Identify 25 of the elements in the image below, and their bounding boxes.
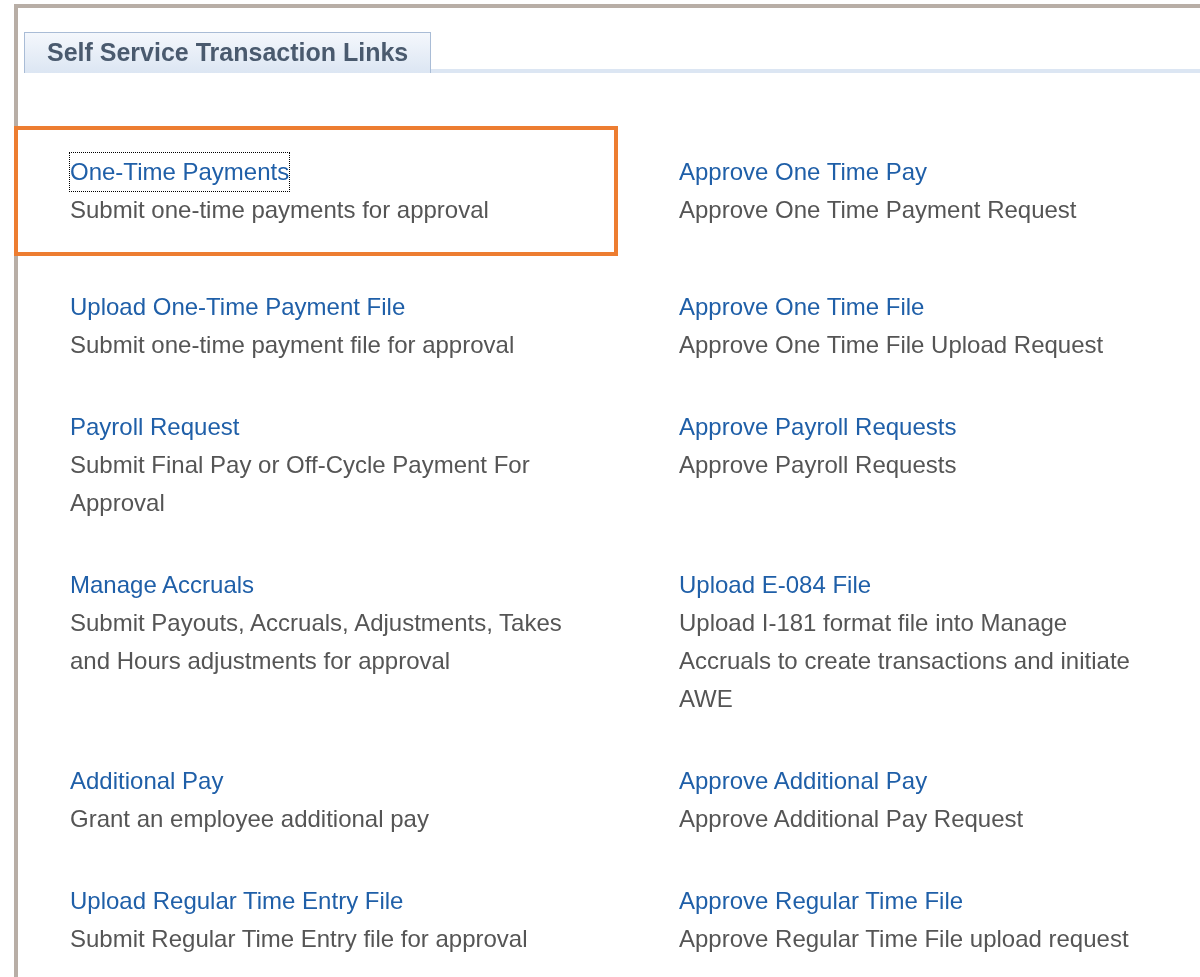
- link-description: Approve One Time File Upload Request: [679, 330, 1105, 360]
- transaction-link[interactable]: Upload Regular Time Entry File: [70, 882, 404, 920]
- link-description: Approve Regular Time File upload request: [679, 924, 1130, 954]
- link-description: Submit Regular Time Entry file for approval: [70, 924, 529, 954]
- link-description: Submit Final Pay or Off-Cycle Payment For Approval: [70, 450, 531, 518]
- transaction-link[interactable]: Manage Accruals: [70, 566, 255, 604]
- transaction-link[interactable]: One-Time Payments: [70, 153, 290, 191]
- link-description: Approve One Time Payment Request: [679, 195, 1078, 225]
- transaction-link[interactable]: Payroll Request: [70, 408, 240, 446]
- transaction-link[interactable]: Approve One Time File: [679, 288, 925, 326]
- transaction-link[interactable]: Additional Pay: [70, 762, 224, 800]
- link-description: Grant an employee additional pay: [70, 804, 430, 834]
- transaction-link[interactable]: Approve Additional Pay: [679, 762, 928, 800]
- link-description: Submit one-time payment file for approval: [70, 330, 516, 360]
- link-description: Submit one-time payments for approval: [70, 195, 490, 225]
- link-description: Approve Payroll Requests: [679, 450, 958, 480]
- link-description: Submit Payouts, Accruals, Adjustments, Takes and Hours adjustments for approval: [70, 608, 563, 676]
- transaction-link[interactable]: Approve One Time Pay: [679, 153, 928, 191]
- transaction-link[interactable]: Approve Regular Time File: [679, 882, 964, 920]
- transaction-link[interactable]: Upload One-Time Payment File: [70, 288, 406, 326]
- link-description: Approve Additional Pay Request: [679, 804, 1025, 834]
- transaction-link[interactable]: Upload E-084 File: [679, 566, 872, 604]
- section-tab[interactable]: Self Service Transaction Links: [24, 32, 432, 73]
- link-description: Upload I-181 format file into Manage Accruals to create transactions and initiate AWE: [679, 608, 1131, 714]
- transaction-link[interactable]: Approve Payroll Requests: [679, 408, 957, 446]
